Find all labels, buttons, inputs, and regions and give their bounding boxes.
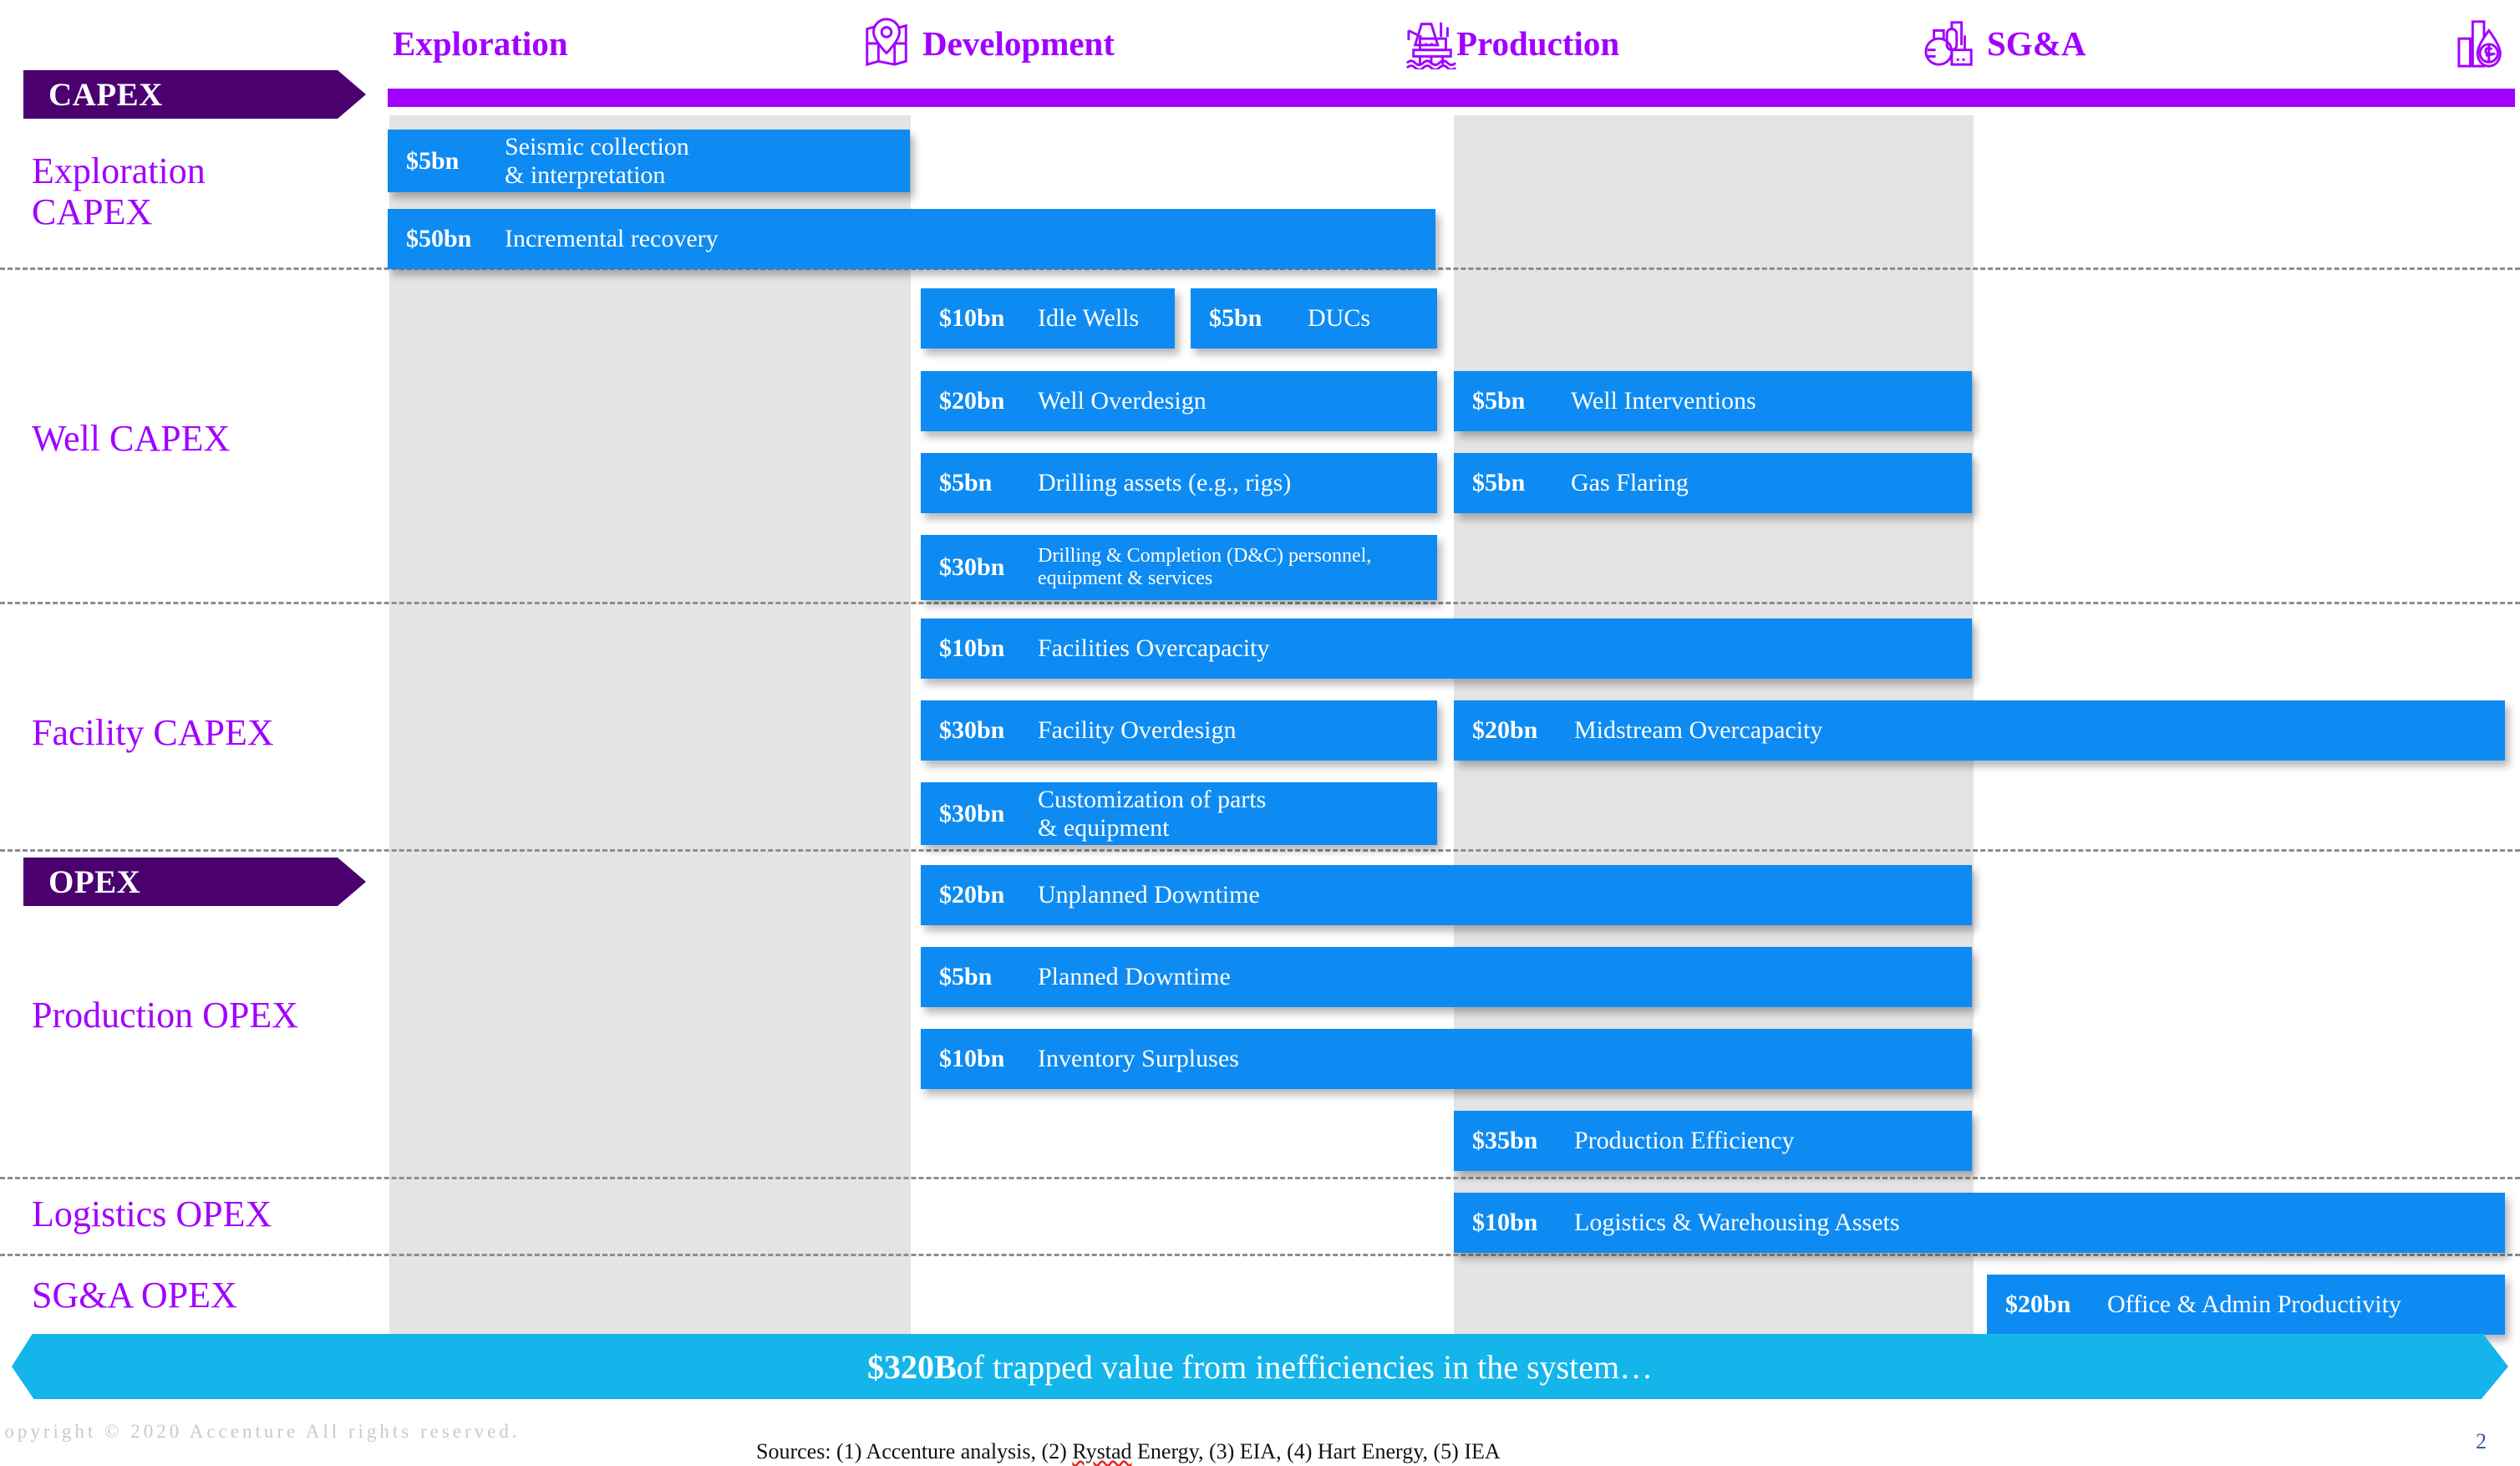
column-header-development: Development bbox=[922, 18, 1457, 69]
bar-dc-personnel[interactable]: $30bn Drilling & Completion (D&C) personn… bbox=[921, 535, 1437, 600]
sources-text: Sources: (1) Accenture analysis, (2) Rys… bbox=[756, 1439, 1501, 1464]
column-background-band bbox=[389, 115, 911, 1344]
bar-label: Well Interventions bbox=[1571, 387, 1756, 415]
bar-gas-flaring[interactable]: $5bn Gas Flaring bbox=[1454, 453, 1972, 513]
category-label-0: Exploration CAPEX bbox=[32, 150, 206, 233]
offshore-platform-icon bbox=[1405, 22, 1457, 69]
summary-amount: $320B bbox=[866, 1347, 957, 1386]
bar-label: DUCs bbox=[1308, 304, 1371, 333]
category-label-3: Production OPEX bbox=[32, 995, 298, 1036]
bar-idle-wells[interactable]: $10bn Idle Wells bbox=[921, 288, 1175, 349]
bar-amount: $30bn bbox=[939, 799, 1005, 827]
bar-amount: $10bn bbox=[939, 304, 1005, 332]
column-header-label: SG&A bbox=[1987, 23, 2086, 63]
bar-amount: $20bn bbox=[939, 387, 1005, 415]
summary-arrow-text: $320B of trapped value from inefficienci… bbox=[12, 1334, 2508, 1399]
column-header-exploration: Exploration bbox=[393, 18, 912, 69]
map-pin-icon bbox=[866, 18, 907, 67]
bar-amount: $30bn bbox=[939, 553, 1005, 581]
bar-amount: $50bn bbox=[406, 225, 472, 252]
category-label-1: Well CAPEX bbox=[32, 418, 231, 459]
bar-amount: $20bn bbox=[2005, 1290, 2071, 1318]
column-header-label: Production bbox=[1456, 23, 1620, 63]
bar-amount: $10bn bbox=[1472, 1209, 1538, 1236]
bar-label: Drilling & Completion (D&C) personnel, e… bbox=[1038, 545, 1372, 589]
column-header-production: Production bbox=[1456, 18, 1976, 69]
bar-label: Planned Downtime bbox=[1038, 963, 1231, 991]
bar-amount: $20bn bbox=[1472, 716, 1538, 744]
category-label-5: SG&A OPEX bbox=[32, 1275, 237, 1316]
bar-amount: $5bn bbox=[1472, 469, 1526, 496]
bar-amount: $10bn bbox=[939, 634, 1005, 662]
bar-production-efficiency[interactable]: $35bn Production Efficiency bbox=[1454, 1111, 1972, 1171]
bar-office-admin-productivity[interactable]: $20bn Office & Admin Productivity bbox=[1987, 1275, 2505, 1335]
bar-amount: $30bn bbox=[939, 716, 1005, 744]
bar-label: Well Overdesign bbox=[1038, 387, 1207, 415]
column-header-rule bbox=[917, 89, 1464, 107]
bar-seismic-collection[interactable]: $5bn Seismic collection & interpretation bbox=[388, 130, 910, 192]
bar-label: Midstream Overcapacity bbox=[1574, 716, 1823, 745]
bar-label: Seismic collection & interpretation bbox=[505, 132, 689, 189]
bar-ducs[interactable]: $5bn DUCs bbox=[1191, 288, 1437, 349]
bar-label: Gas Flaring bbox=[1571, 469, 1689, 497]
bar-incremental-recovery[interactable]: $50bn Incremental recovery bbox=[388, 209, 1435, 269]
copyright-text: Copyright © 2020 Accenture All rights re… bbox=[0, 1421, 521, 1442]
bar-inventory-surpluses[interactable]: $10bn Inventory Surpluses bbox=[921, 1029, 1972, 1089]
bar-amount: $20bn bbox=[939, 881, 1005, 909]
bar-label: Unplanned Downtime bbox=[1038, 881, 1260, 909]
bar-drilling-assets[interactable]: $5bn Drilling assets (e.g., rigs) bbox=[921, 453, 1437, 513]
bar-label: Facilities Overcapacity bbox=[1038, 634, 1270, 663]
bar-label: Incremental recovery bbox=[505, 225, 719, 253]
bar-amount: $5bn bbox=[1209, 304, 1263, 332]
bar-midstream-overcapacity[interactable]: $20bn Midstream Overcapacity bbox=[1454, 700, 2505, 761]
row-separator-2 bbox=[0, 849, 2520, 852]
page-number: 2 bbox=[2476, 1429, 2487, 1453]
sources-suffix: Energy, (3) EIA, (4) Hart Energy, (5) IE… bbox=[1131, 1439, 1501, 1463]
column-header-rule bbox=[1451, 89, 1983, 107]
bar-unplanned-downtime[interactable]: $20bn Unplanned Downtime bbox=[921, 865, 1972, 925]
bar-amount: $5bn bbox=[406, 146, 460, 175]
column-header-rule bbox=[388, 89, 919, 107]
category-label-4: Logistics OPEX bbox=[32, 1194, 272, 1234]
bar-label: Production Efficiency bbox=[1574, 1127, 1795, 1155]
bar-amount: $35bn bbox=[1472, 1127, 1538, 1154]
column-header-label: Development bbox=[922, 23, 1115, 63]
bar-customization-of-parts[interactable]: $30bn Customization of parts & equipment bbox=[921, 782, 1437, 845]
sources-prefix: Sources: (1) Accenture analysis, (2) bbox=[756, 1439, 1073, 1463]
bar-amount: $5bn bbox=[1472, 387, 1526, 415]
bar-planned-downtime[interactable]: $5bn Planned Downtime bbox=[921, 947, 1972, 1007]
bar-logistics-warehousing[interactable]: $10bn Logistics & Warehousing Assets bbox=[1454, 1193, 2505, 1253]
oil-drop-dollar-chart-icon bbox=[2457, 20, 2502, 68]
row-separator-1 bbox=[0, 602, 2520, 604]
bar-label: Idle Wells bbox=[1038, 304, 1140, 333]
bar-label: Logistics & Warehousing Assets bbox=[1574, 1209, 1900, 1237]
bar-label: Office & Admin Productivity bbox=[2107, 1290, 2401, 1319]
column-header-sga: SG&A bbox=[1987, 18, 2508, 69]
slide-canvas: Exploration Development Production SG&A CAPE… bbox=[0, 0, 2520, 1466]
sources-spellcheck-word: Rystad bbox=[1072, 1439, 1132, 1463]
bar-well-interventions[interactable]: $5bn Well Interventions bbox=[1454, 371, 1972, 431]
banner-capex: CAPEX bbox=[23, 70, 366, 119]
bar-facility-overdesign[interactable]: $30bn Facility Overdesign bbox=[921, 700, 1437, 761]
row-separator-3 bbox=[0, 1177, 2520, 1179]
bar-amount: $5bn bbox=[939, 963, 993, 990]
summary-arrow: $320B of trapped value from inefficienci… bbox=[12, 1334, 2508, 1399]
bar-label: Customization of parts & equipment bbox=[1038, 785, 1267, 842]
bar-amount: $10bn bbox=[939, 1045, 1005, 1072]
summary-text: of trapped value from inefficiencies in … bbox=[956, 1347, 1654, 1386]
bar-well-overdesign[interactable]: $20bn Well Overdesign bbox=[921, 371, 1437, 431]
column-header-rule bbox=[1982, 89, 2515, 107]
bar-amount: $5bn bbox=[939, 469, 993, 496]
bar-facilities-overcapacity[interactable]: $10bn Facilities Overcapacity bbox=[921, 618, 1972, 679]
bar-label: Inventory Surpluses bbox=[1038, 1045, 1239, 1073]
category-label-2: Facility CAPEX bbox=[32, 712, 274, 753]
bar-label: Facility Overdesign bbox=[1038, 716, 1237, 745]
bar-label: Drilling assets (e.g., rigs) bbox=[1038, 469, 1292, 497]
column-header-label: Exploration bbox=[393, 23, 568, 63]
banner-opex: OPEX bbox=[23, 858, 366, 906]
refinery-icon bbox=[1924, 21, 1973, 66]
row-separator-4 bbox=[0, 1254, 2520, 1256]
